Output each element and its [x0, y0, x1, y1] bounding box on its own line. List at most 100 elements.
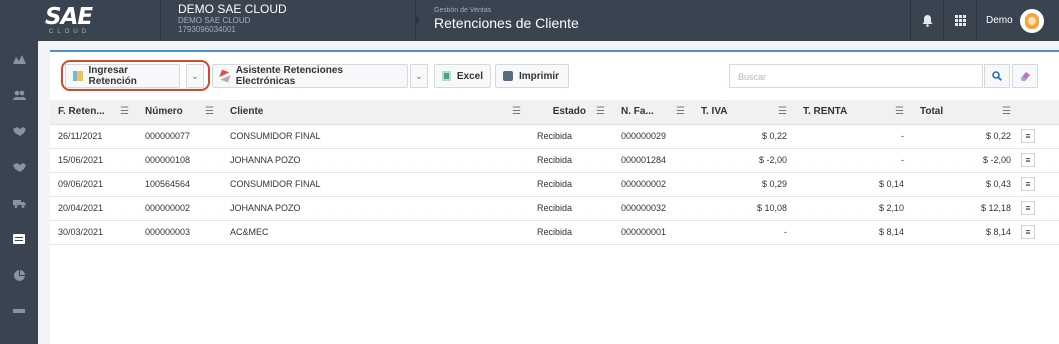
- company-selector[interactable]: DEMO SAE CLOUD DEMO SAE CLOUD 1793096034…: [160, 0, 415, 41]
- excel-button[interactable]: Excel: [434, 64, 491, 88]
- sidebar: [0, 41, 38, 344]
- documents-icon[interactable]: [0, 221, 38, 257]
- cell-total: $ 0,43: [912, 172, 1019, 197]
- row-menu-icon[interactable]: ≡: [1021, 225, 1035, 239]
- cell-actions: ≡: [1019, 148, 1059, 173]
- chevron-down-icon: ⌄: [415, 70, 423, 81]
- imprimir-button[interactable]: Imprimir: [495, 64, 569, 88]
- inventory-icon[interactable]: [0, 41, 38, 77]
- bell-icon[interactable]: [910, 0, 943, 41]
- app-logo[interactable]: SAE CLOUD: [0, 0, 160, 41]
- filter-icon[interactable]: ☰: [895, 106, 904, 117]
- cell-fecha: 09/06/2021: [50, 172, 137, 197]
- cell-numero: 000000108: [137, 148, 222, 173]
- filter-icon[interactable]: ☰: [676, 106, 685, 117]
- column-header-total[interactable]: Total ☰: [912, 100, 1019, 125]
- table-header-row: F. Reten... ☰ Número ☰ Cliente ☰ Estado ☰ N.…: [50, 100, 1059, 125]
- cell-actions: ≡: [1019, 124, 1059, 149]
- avatar: [1019, 8, 1044, 33]
- pie-chart-icon[interactable]: [0, 257, 38, 293]
- company-name: DEMO SAE CLOUD: [178, 2, 287, 16]
- more-icon[interactable]: [0, 293, 38, 329]
- users-icon[interactable]: [0, 77, 38, 113]
- column-header-renta[interactable]: T. RENTA ☰: [795, 100, 912, 125]
- cell-total: $ -2,00: [912, 148, 1019, 173]
- cell-fecha: 15/06/2021: [50, 148, 137, 173]
- cell-total: $ 0,22: [912, 124, 1019, 149]
- cell-cliente: JOHANNA POZO: [222, 148, 529, 173]
- column-header-numero[interactable]: Número ☰: [137, 100, 222, 125]
- cell-estado: Recibida: [529, 220, 613, 245]
- cell-total: $ 12,18: [912, 196, 1019, 221]
- separator-arrow: [415, 15, 420, 25]
- logo-subtext: CLOUD: [49, 28, 91, 35]
- table-row[interactable]: 15/06/2021 000000108 JOHANNA POZO Recibi…: [50, 148, 1059, 173]
- retenciones-table: F. Reten... ☰ Número ☰ Cliente ☰ Estado ☰ N.…: [50, 100, 1059, 245]
- cell-factura: 000000001: [613, 220, 693, 245]
- cell-cliente: CONSUMIDOR FINAL: [222, 172, 529, 197]
- column-header-cliente[interactable]: Cliente ☰: [222, 100, 529, 125]
- cell-estado: Recibida: [529, 196, 613, 221]
- handshake-2-icon[interactable]: [0, 149, 38, 185]
- cell-factura: 000000029: [613, 124, 693, 149]
- ingresar-retencion-button[interactable]: Ingresar Retención: [65, 64, 180, 88]
- column-header-factura[interactable]: N. Fa... ☰: [613, 100, 693, 125]
- cell-renta: $ 2,10: [795, 196, 912, 221]
- main-panel: Ingresar Retención ⌄ Asistente Retencion…: [50, 50, 1059, 344]
- cell-iva: $ 10,08: [693, 196, 795, 221]
- cell-total: $ 8,14: [912, 220, 1019, 245]
- printer-icon: [503, 71, 513, 81]
- top-bar: SAE CLOUD DEMO SAE CLOUD DEMO SAE CLOUD …: [0, 0, 1059, 41]
- column-header-iva[interactable]: T. IVA ☰: [693, 100, 795, 125]
- asistente-retenciones-button[interactable]: Asistente Retenciones Electrónicas: [212, 64, 408, 88]
- cell-numero: 000000002: [137, 196, 222, 221]
- row-menu-icon[interactable]: ≡: [1021, 153, 1035, 167]
- toolbar: Ingresar Retención ⌄ Asistente Retencion…: [50, 52, 1059, 98]
- filter-icon[interactable]: ☰: [205, 106, 214, 117]
- table-row[interactable]: 26/11/2021 000000077 CONSUMIDOR FINAL Re…: [50, 124, 1059, 149]
- filter-icon[interactable]: ☰: [1002, 106, 1011, 117]
- filter-icon[interactable]: ☰: [778, 106, 787, 117]
- cell-numero: 100564564: [137, 172, 222, 197]
- cell-estado: Recibida: [529, 124, 613, 149]
- cell-factura: 000000002: [613, 172, 693, 197]
- cell-iva: $ 0,29: [693, 172, 795, 197]
- filter-icon[interactable]: ☰: [596, 106, 605, 117]
- filter-icon[interactable]: ☰: [120, 106, 129, 117]
- truck-icon[interactable]: [0, 185, 38, 221]
- table-row[interactable]: 30/03/2021 000000003 AC&MEC Recibida 000…: [50, 220, 1059, 245]
- handshake-icon[interactable]: [0, 113, 38, 149]
- user-menu[interactable]: Demo: [976, 0, 1059, 41]
- row-menu-icon[interactable]: ≡: [1021, 201, 1035, 215]
- row-menu-icon[interactable]: ≡: [1021, 177, 1035, 191]
- cell-factura: 000001284: [613, 148, 693, 173]
- table-row[interactable]: 09/06/2021 100564564 CONSUMIDOR FINAL Re…: [50, 172, 1059, 197]
- excel-icon: [442, 71, 451, 81]
- asistente-dropdown-button[interactable]: ⌄: [410, 64, 428, 88]
- cell-actions: ≡: [1019, 220, 1059, 245]
- filter-icon[interactable]: ☰: [512, 106, 521, 117]
- cell-numero: 000000077: [137, 124, 222, 149]
- table-row[interactable]: 20/04/2021 000000002 JOHANNA POZO Recibi…: [50, 196, 1059, 221]
- cell-fecha: 30/03/2021: [50, 220, 137, 245]
- module-header: Gestión de Ventas Retenciones de Cliente: [415, 0, 910, 41]
- user-name: Demo: [986, 15, 1013, 26]
- column-header-estado[interactable]: Estado ☰: [529, 100, 613, 125]
- column-header-fecha[interactable]: F. Reten... ☰: [50, 100, 137, 125]
- magic-wand-icon: [218, 69, 232, 83]
- apps-grid-icon[interactable]: [943, 0, 976, 41]
- cell-cliente: CONSUMIDOR FINAL: [222, 124, 529, 149]
- cell-actions: ≡: [1019, 172, 1059, 197]
- cell-renta: $ 8,14: [795, 220, 912, 245]
- search-input[interactable]: Buscar: [729, 64, 983, 88]
- eraser-icon: [1021, 72, 1030, 81]
- row-menu-icon[interactable]: ≡: [1021, 129, 1035, 143]
- cell-renta: $ 0,14: [795, 172, 912, 197]
- cell-iva: $ 0,22: [693, 124, 795, 149]
- cell-estado: Recibida: [529, 148, 613, 173]
- cell-cliente: JOHANNA POZO: [222, 196, 529, 221]
- cell-fecha: 26/11/2021: [50, 124, 137, 149]
- ingresar-dropdown-button[interactable]: ⌄: [186, 64, 204, 88]
- search-button[interactable]: [984, 64, 1010, 88]
- clear-filter-button[interactable]: [1012, 64, 1038, 88]
